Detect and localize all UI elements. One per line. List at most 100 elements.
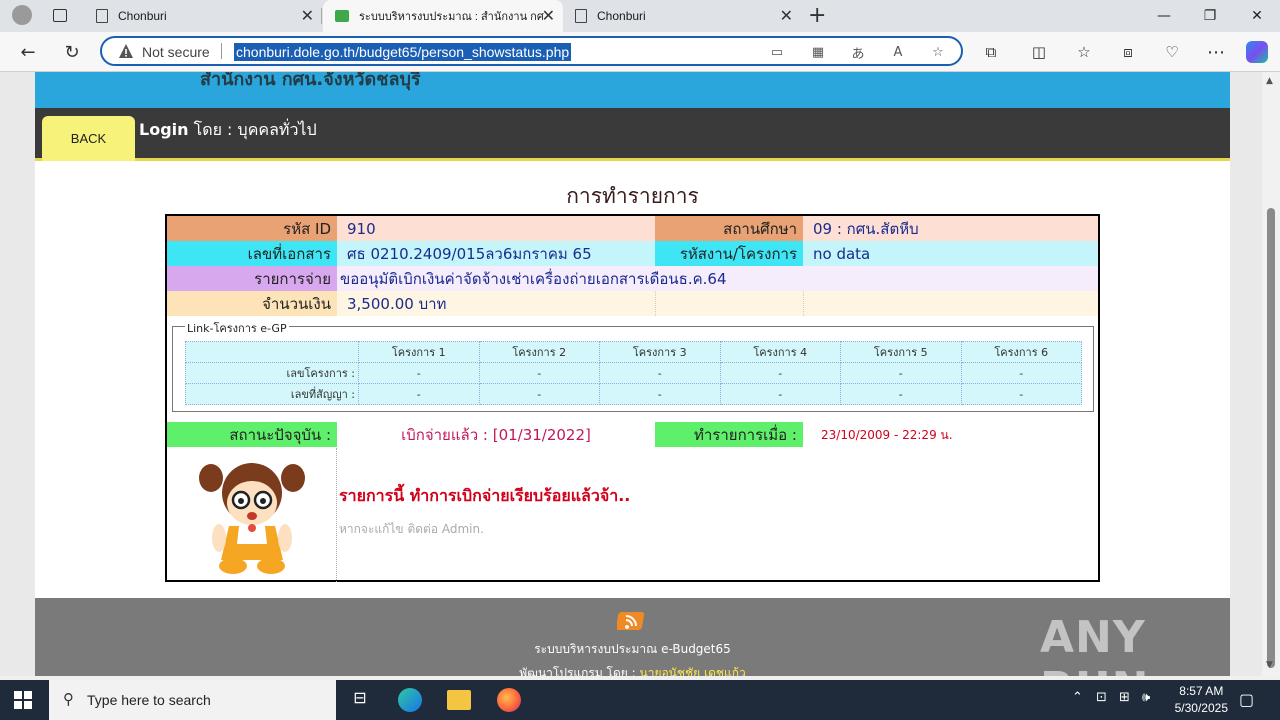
- egp-legend: Link-โครงการ e-GP: [185, 319, 289, 337]
- task-view-icon[interactable]: ⊟: [348, 688, 372, 712]
- table-header: โครงการ 6: [960, 341, 1082, 363]
- split-screen-icon[interactable]: ◫: [1027, 40, 1051, 64]
- table-cell: -: [840, 362, 962, 384]
- not-secure-label[interactable]: Not secure: [142, 44, 210, 60]
- site-favicon: [335, 10, 349, 22]
- page-icon: [96, 9, 108, 23]
- table-cell: -: [478, 383, 600, 405]
- amount-value: 3,500.00 บาท: [337, 291, 655, 316]
- expense-label: รายการจ่าย: [167, 266, 337, 291]
- copilot-icon[interactable]: [1246, 41, 1268, 63]
- close-tab-icon[interactable]: ✕: [301, 6, 314, 26]
- notification-icon[interactable]: ▢: [1239, 690, 1254, 709]
- egp-table: โครงการ 1 โครงการ 2 โครงการ 3 โครงการ 4 …: [185, 341, 1082, 405]
- network-icon[interactable]: ⊡: [1096, 690, 1107, 705]
- read-aloud-icon[interactable]: A: [888, 42, 908, 62]
- scrollbar-thumb[interactable]: [1267, 208, 1275, 668]
- tray-chevron-icon[interactable]: ⌃: [1072, 690, 1083, 705]
- tab-actions-icon[interactable]: [53, 9, 67, 22]
- table-cell: -: [599, 362, 721, 384]
- table-header-row: โครงการ 1 โครงการ 2 โครงการ 3 โครงการ 4 …: [185, 341, 1082, 363]
- table-cell: เลขโครงการ :: [185, 362, 359, 384]
- table-cell: เลขที่สัญญา :: [185, 383, 359, 405]
- id-label: รหัส ID: [167, 216, 337, 241]
- tab-label: ระบบบริหารงบประมาณ : สำนักงาน กศ.: [359, 11, 544, 23]
- table-header: [185, 341, 359, 363]
- admin-contact-note: หากจะแก้ไข ติดต่อ Admin.: [339, 522, 484, 536]
- device-icon[interactable]: ▭: [767, 42, 787, 62]
- favorites-icon[interactable]: ☆: [1072, 40, 1096, 64]
- edge-taskbar-icon[interactable]: [398, 688, 422, 712]
- back-arrow-icon[interactable]: ←: [16, 40, 40, 64]
- school-label: สถานศึกษา: [655, 216, 803, 241]
- transaction-detail: รหัส ID 910 สถานศึกษา 09 : กศน.สัตหีบ เล…: [165, 214, 1100, 582]
- expense-value: ขออนุมัติเบิกเงินค่าจัดจ้างเช่าเครื่องถ่…: [337, 266, 1098, 291]
- tab-chonburi-2[interactable]: Chonburi ✕: [563, 0, 801, 32]
- page-content: สำนักงาน กศน.จังหวัดชลบุรี BACK Login โด…: [35, 72, 1230, 676]
- table-header: โครงการ 1: [358, 341, 480, 363]
- table-cell: -: [960, 383, 1082, 405]
- browser-essentials-icon[interactable]: ♡: [1160, 40, 1184, 64]
- windows-start-icon[interactable]: [14, 691, 32, 709]
- close-window-button[interactable]: ✕: [1234, 0, 1280, 32]
- apps-icon[interactable]: ▦: [808, 42, 828, 62]
- row-id: รหัส ID 910 สถานศึกษา 09 : กศน.สัตหีบ: [167, 216, 1098, 241]
- translate-icon[interactable]: あ: [848, 42, 868, 62]
- profile-icon[interactable]: [12, 5, 32, 25]
- system-clock[interactable]: 8:57 AM 5/30/2025: [1175, 683, 1228, 717]
- vertical-scrollbar[interactable]: ▲ ▼: [1262, 72, 1280, 676]
- tab-label: Chonburi: [597, 9, 646, 23]
- page-icon: [575, 9, 587, 23]
- table-cell: -: [478, 362, 600, 384]
- close-tab-icon[interactable]: ✕: [542, 6, 555, 26]
- table-header: โครงการ 3: [599, 341, 721, 363]
- taskbar-search[interactable]: ⚲ Type here to search: [49, 680, 336, 720]
- volume-icon[interactable]: 🕪: [1142, 690, 1150, 705]
- favorite-star-icon[interactable]: ☆: [928, 42, 948, 62]
- row-amount: จำนวนเงิน 3,500.00 บาท: [167, 291, 1098, 316]
- table-cell: -: [960, 362, 1082, 384]
- table-cell: -: [719, 362, 841, 384]
- clock-time: 8:57 AM: [1179, 684, 1224, 698]
- scroll-up-icon[interactable]: ▲: [1266, 76, 1273, 86]
- table-header: โครงการ 2: [478, 341, 600, 363]
- status-label: สถานะปัจจุบัน :: [167, 422, 337, 447]
- wifi-icon[interactable]: ⊞: [1119, 690, 1130, 705]
- rss-icon: [617, 612, 645, 630]
- done-value: 23/10/2009 - 22:29 น.: [821, 428, 953, 442]
- site-header: สำนักงาน กศน.จังหวัดชลบุรี: [35, 72, 1230, 108]
- scroll-down-icon[interactable]: ▼: [1266, 660, 1273, 670]
- restore-button[interactable]: ❐: [1187, 0, 1233, 32]
- close-tab-icon[interactable]: ✕: [780, 6, 793, 26]
- more-menu-icon[interactable]: ⋯: [1204, 40, 1228, 64]
- login-status: Login โดย : บุคคลทั่วไป: [139, 118, 317, 143]
- row-expense: รายการจ่าย ขออนุมัติเบิกเงินค่าจัดจ้างเช…: [167, 266, 1098, 291]
- extensions-icon[interactable]: ⧉: [979, 40, 1003, 64]
- address-toolbar: ← ↻ Not secure chonburi.dole.go.th/budge…: [0, 32, 1280, 72]
- footer-developer-name[interactable]: นายอนัชชัย เดชแก้ว: [640, 666, 746, 676]
- amount-label: จำนวนเงิน: [167, 291, 337, 316]
- windows-taskbar: ⚲ Type here to search ⊟ ⌃ ⊡ ⊞ 🕪 8:57 AM …: [0, 680, 1280, 720]
- project-value: no data: [803, 241, 1098, 266]
- file-explorer-icon[interactable]: [447, 690, 471, 710]
- status-value: เบิกจ่ายแล้ว : [01/31/2022]: [401, 425, 591, 444]
- row-document: เลขที่เอกสาร ศธ 0210.2409/015ลว6มกราคม 6…: [167, 241, 1098, 266]
- firefox-icon[interactable]: [497, 688, 521, 712]
- school-value: 09 : กศน.สัตหีบ: [803, 216, 1098, 241]
- url-text[interactable]: chonburi.dole.go.th/budget65/person_show…: [234, 43, 572, 61]
- project-label: รหัสงาน/โครงการ: [655, 241, 803, 266]
- done-label: ทำรายการเมื่อ :: [655, 422, 803, 447]
- address-bar[interactable]: Not secure chonburi.dole.go.th/budget65/…: [100, 36, 963, 66]
- page-title: การทำรายการ: [566, 184, 699, 208]
- empty-cell: [803, 291, 1098, 316]
- back-button[interactable]: BACK: [42, 116, 135, 161]
- collections-icon[interactable]: ⧈: [1116, 40, 1140, 64]
- tab-budget-system[interactable]: ระบบบริหารงบประมาณ : สำนักงาน กศ. ✕: [323, 0, 563, 32]
- tab-chonburi-1[interactable]: Chonburi ✕: [84, 0, 322, 32]
- table-header: โครงการ 4: [719, 341, 841, 363]
- footer-developer-prefix: พัฒนาโปรแกรม โดย :: [519, 666, 640, 676]
- refresh-icon[interactable]: ↻: [60, 40, 84, 64]
- id-value: 910: [337, 216, 655, 241]
- minimize-button[interactable]: —: [1141, 0, 1187, 32]
- new-tab-button[interactable]: +: [808, 3, 826, 28]
